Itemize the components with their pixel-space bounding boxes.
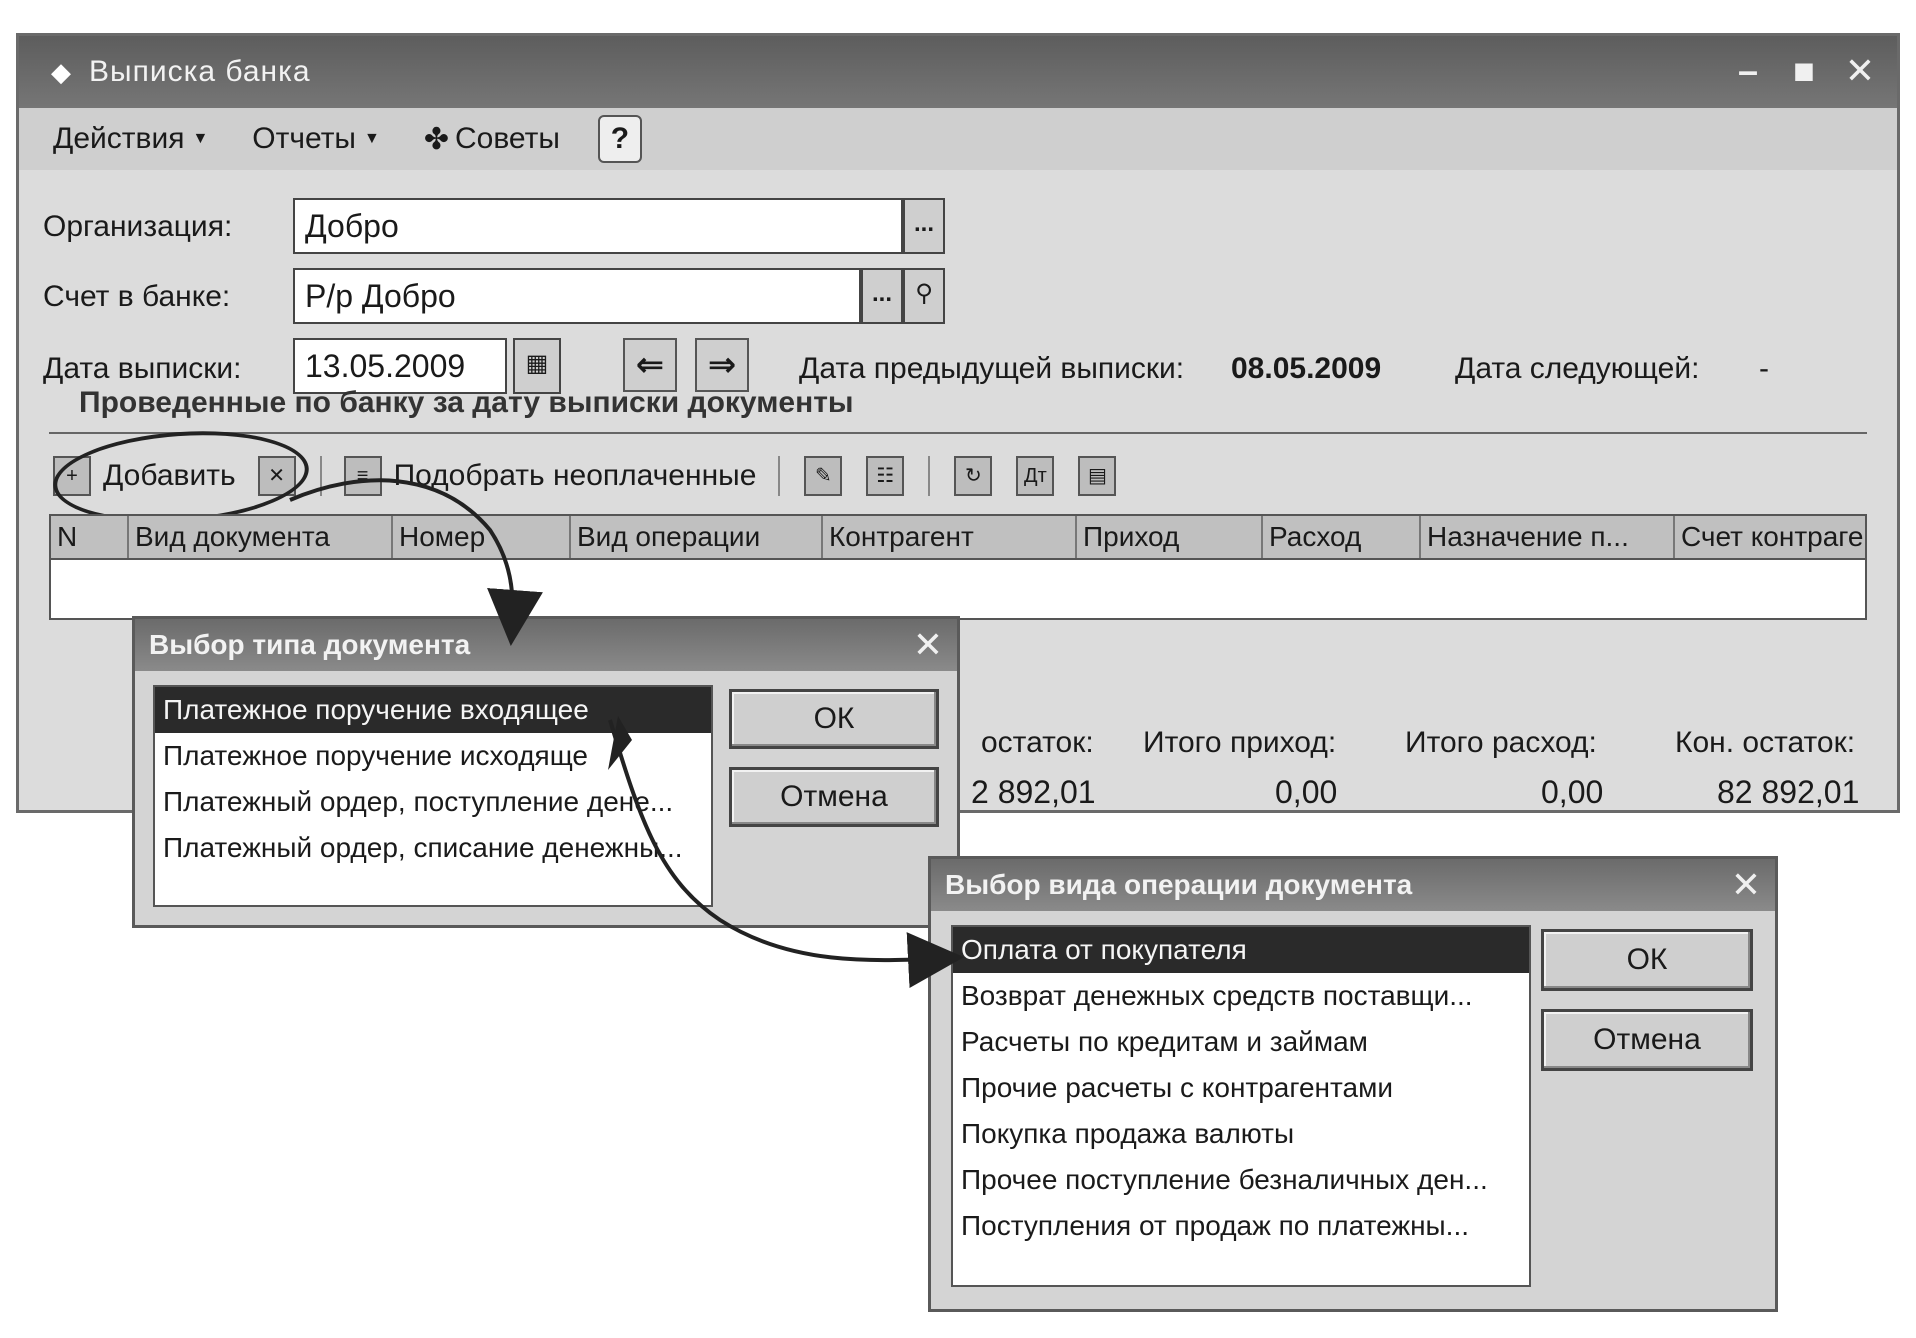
refresh-icon[interactable]: ↻: [954, 456, 993, 496]
chevron-down-icon: ▼: [192, 130, 209, 147]
toolbar-separator: [928, 456, 931, 496]
org-label: Организация:: [43, 210, 233, 243]
toolbar-separator: [778, 456, 781, 496]
report-icon[interactable]: ▤: [1078, 456, 1117, 496]
total-income-label: Итого приход:: [1143, 726, 1337, 759]
prev-arrow-icon[interactable]: ⇐: [623, 338, 677, 392]
list-item[interactable]: Прочее поступление безналичных ден...: [953, 1157, 1529, 1203]
debit-credit-icon[interactable]: Дт: [1016, 456, 1055, 496]
operation-type-dialog: Выбор вида операции документа ✕ Оплата о…: [928, 856, 1778, 1312]
tips-icon: ✤: [423, 122, 449, 156]
column-header[interactable]: Контрагент: [823, 516, 1077, 558]
column-header[interactable]: Назначение п...: [1421, 516, 1675, 558]
column-header[interactable]: Счет контраге...: [1675, 516, 1865, 558]
title-bar[interactable]: ◆ Выписка банка – ■ ✕: [19, 36, 1897, 108]
search-icon[interactable]: ⚲: [903, 268, 945, 324]
structure-icon[interactable]: ☷: [866, 456, 905, 496]
list-item[interactable]: Поступления от продаж по платежны...: [953, 1203, 1529, 1249]
list-item[interactable]: Расчеты по кредитам и займам: [953, 1019, 1529, 1065]
cancel-button[interactable]: Отмена: [1541, 1009, 1753, 1071]
close-icon[interactable]: ✕: [913, 619, 943, 671]
chevron-down-icon: ▼: [364, 130, 380, 147]
section-title: Проведенные по банку за дату выписки док…: [79, 386, 854, 419]
menu-bar: Действия ▼ Отчеты ▼ ✤ Советы ?: [19, 108, 1897, 172]
opening-balance-label: остаток:: [981, 726, 1094, 759]
next-arrow-icon[interactable]: ⇒: [695, 338, 749, 392]
list-item[interactable]: Прочие расчеты с контрагентами: [953, 1065, 1529, 1111]
menu-actions[interactable]: Действия ▼: [43, 118, 218, 160]
app-icon: ◆: [51, 56, 71, 87]
total-expense-label: Итого расход:: [1405, 726, 1597, 759]
date-label: Дата выписки:: [43, 352, 242, 385]
pick-unpaid-label: Подобрать неоплаченные: [393, 459, 757, 492]
divider: [49, 432, 1867, 434]
help-button[interactable]: ?: [597, 115, 642, 163]
list-item[interactable]: Платежное поручение исходяще: [155, 733, 711, 779]
next-date-label: Дата следующей:: [1455, 352, 1700, 385]
close-icon[interactable]: ✕: [1731, 859, 1761, 911]
org-field[interactable]: Добро: [293, 198, 903, 254]
edit-document-icon[interactable]: ✎: [804, 456, 843, 496]
list-item[interactable]: Платежное поручение входящее: [155, 687, 711, 733]
menu-tips-label: Советы: [454, 122, 560, 155]
ok-button[interactable]: ОК: [729, 689, 939, 749]
list-item[interactable]: Платежный ордер, списание денежны...: [155, 825, 711, 871]
menu-reports-label: Отчеты: [252, 122, 356, 155]
dialog-title[interactable]: Выбор вида операции документа: [931, 859, 1775, 911]
maximize-icon[interactable]: ■: [1781, 48, 1827, 94]
column-header[interactable]: Вид операции: [571, 516, 823, 558]
pick-list-icon: ≡: [343, 456, 382, 496]
documents-table-header: N Вид документа Номер Вид операции Контр…: [49, 514, 1867, 560]
closing-balance-value: 82 892,01: [1717, 774, 1860, 810]
toolbar-separator: [319, 456, 322, 496]
prev-date-label: Дата предыдущей выписки:: [799, 352, 1185, 385]
account-field[interactable]: Р/р Добро: [293, 268, 861, 324]
window-title: Выписка банка: [89, 55, 311, 88]
list-item[interactable]: Покупка продажа валюты: [953, 1111, 1529, 1157]
list-item[interactable]: Платежный ордер, поступление дене...: [155, 779, 711, 825]
pick-unpaid-button[interactable]: ≡ Подобрать неоплаченные: [334, 456, 767, 496]
next-date-value: -: [1759, 352, 1769, 385]
list-item[interactable]: Оплата от покупателя: [953, 927, 1529, 973]
total-income-value: 0,00: [1275, 774, 1338, 810]
window-controls: – ■ ✕: [1725, 48, 1883, 94]
column-header[interactable]: Расход: [1263, 516, 1421, 558]
document-type-dialog: Выбор типа документа ✕ Платежное поручен…: [132, 616, 960, 928]
account-select-button[interactable]: ...: [861, 268, 903, 324]
total-expense-value: 0,00: [1541, 774, 1604, 810]
minimize-icon[interactable]: –: [1725, 48, 1771, 94]
document-type-list[interactable]: Платежное поручение входящее Платежное п…: [153, 685, 713, 907]
org-select-button[interactable]: ...: [903, 198, 945, 254]
menu-actions-label: Действия: [53, 122, 185, 155]
column-header[interactable]: N: [51, 516, 129, 558]
account-label: Счет в банке:: [43, 280, 231, 313]
ok-button[interactable]: ОК: [1541, 929, 1753, 991]
list-item[interactable]: Возврат денежных средств поставщи...: [953, 973, 1529, 1019]
column-header[interactable]: Номер: [393, 516, 571, 558]
prev-date-value: 08.05.2009: [1231, 352, 1382, 385]
cancel-button[interactable]: Отмена: [729, 767, 939, 827]
closing-balance-label: Кон. остаток:: [1675, 726, 1856, 759]
close-icon[interactable]: ✕: [1837, 48, 1883, 94]
menu-tips[interactable]: ✤ Советы: [414, 118, 570, 161]
opening-balance-value: 2 892,01: [971, 774, 1096, 810]
menu-reports[interactable]: Отчеты ▼: [242, 118, 390, 160]
documents-table-body[interactable]: [49, 560, 1867, 620]
operation-type-list[interactable]: Оплата от покупателя Возврат денежных ср…: [951, 925, 1531, 1287]
dialog-title[interactable]: Выбор типа документа: [135, 619, 957, 671]
column-header[interactable]: Приход: [1077, 516, 1263, 558]
column-header[interactable]: Вид документа: [129, 516, 393, 558]
